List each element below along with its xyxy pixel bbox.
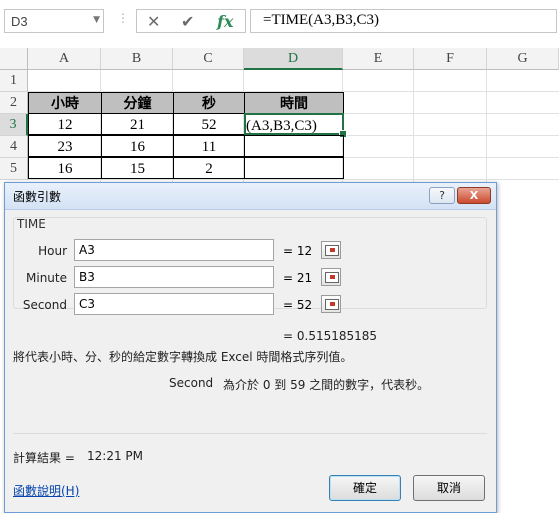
row-header-5[interactable]: 5 bbox=[0, 158, 28, 180]
table-cell[interactable]: 52 bbox=[173, 113, 245, 135]
select-all-corner[interactable] bbox=[0, 48, 28, 70]
row-header-1[interactable]: 1 bbox=[0, 70, 28, 92]
help-link[interactable]: 函數說明(H) bbox=[13, 482, 79, 499]
column-header-a[interactable]: A bbox=[28, 48, 101, 70]
function-description: 將代表小時、分、秒的給定數字轉換成 Excel 時間格式序列值。 bbox=[13, 350, 353, 364]
column-header-e[interactable]: E bbox=[343, 48, 414, 70]
header-cell-hour[interactable]: 小時 bbox=[28, 92, 102, 114]
collapse-dialog-icon[interactable] bbox=[321, 268, 341, 286]
arg-result-hour: = 12 bbox=[283, 244, 313, 258]
formula-result: = 0.515185185 bbox=[283, 329, 378, 343]
row-header-4[interactable]: 4 bbox=[0, 136, 28, 158]
name-box-value: D3 bbox=[11, 14, 28, 29]
column-header-b[interactable]: B bbox=[101, 48, 173, 70]
row-header-2[interactable]: 2 bbox=[0, 92, 28, 114]
name-box[interactable]: D3 ▼ bbox=[4, 9, 104, 33]
arg-help-text: 為介於 0 到 59 之間的數字，代表秒。 bbox=[223, 378, 430, 392]
arg-result-minute: = 21 bbox=[283, 271, 313, 285]
table-cell[interactable]: 2 bbox=[173, 157, 245, 179]
collapse-dialog-icon[interactable] bbox=[321, 295, 341, 313]
column-header-d[interactable]: D bbox=[244, 48, 343, 70]
table-cell[interactable] bbox=[244, 135, 344, 157]
formula-bar: D3 ▼ ⋮ ✕ ✔ fx =TIME(A3,B3,C3) bbox=[0, 0, 559, 48]
insert-function-icon[interactable]: fx bbox=[217, 12, 233, 31]
table-cell[interactable]: 21 bbox=[101, 113, 174, 135]
formula-text: =TIME(A3,B3,C3) bbox=[263, 12, 379, 28]
row-header-3[interactable]: 3 bbox=[0, 114, 28, 136]
column-header-c[interactable]: C bbox=[173, 48, 244, 70]
column-header-f[interactable]: F bbox=[414, 48, 487, 70]
dialog-title: 函數引數 bbox=[13, 190, 62, 204]
arg-help-name: Second bbox=[169, 376, 214, 390]
table-cell[interactable] bbox=[244, 157, 344, 179]
table-cell[interactable]: 11 bbox=[173, 135, 245, 157]
header-cell-time[interactable]: 時間 bbox=[244, 92, 344, 114]
collapse-dialog-icon[interactable] bbox=[321, 241, 341, 259]
arg-value-second: C3 bbox=[79, 297, 96, 311]
arg-input-hour[interactable]: A3 bbox=[74, 239, 341, 261]
help-button[interactable]: ? bbox=[429, 187, 455, 204]
arg-result-second: = 52 bbox=[283, 298, 313, 312]
header-cell-second[interactable]: 秒 bbox=[173, 92, 245, 114]
table-cell[interactable]: 16 bbox=[101, 135, 174, 157]
table-cell[interactable]: 23 bbox=[28, 135, 102, 157]
arg-value-minute: B3 bbox=[79, 270, 95, 284]
cancel-icon[interactable]: ✕ bbox=[147, 12, 160, 31]
active-cell-d3[interactable]: (A3,B3,C3) bbox=[244, 113, 344, 135]
ok-button[interactable]: 確定 bbox=[329, 475, 401, 501]
table-cell[interactable]: 15 bbox=[101, 157, 174, 179]
enter-icon[interactable]: ✔ bbox=[181, 12, 194, 31]
table-cell[interactable]: 12 bbox=[28, 113, 102, 135]
cancel-button[interactable]: 取消 bbox=[413, 475, 485, 501]
calc-result-value: 12:21 PM bbox=[87, 449, 143, 463]
column-header-g[interactable]: G bbox=[487, 48, 559, 70]
arg-label-minute: Minute bbox=[26, 271, 67, 285]
arg-value-hour: A3 bbox=[79, 243, 95, 257]
arg-label-second: Second bbox=[22, 298, 67, 312]
function-arguments-dialog: 函數引數 ? X TIME Hour A3 = 12 Minute B3 = 2… bbox=[4, 182, 497, 513]
more-icon: ⋮ bbox=[117, 11, 129, 25]
arg-label-hour: Hour bbox=[38, 244, 67, 258]
arg-input-minute[interactable]: B3 bbox=[74, 266, 341, 288]
formula-buttons: ✕ ✔ fx bbox=[136, 9, 246, 33]
divider bbox=[13, 433, 487, 434]
table-cell[interactable]: 16 bbox=[28, 157, 102, 179]
chevron-down-icon[interactable]: ▼ bbox=[93, 15, 100, 25]
close-button[interactable]: X bbox=[457, 187, 491, 204]
dialog-titlebar[interactable]: 函數引數 ? X bbox=[5, 183, 496, 210]
function-name: TIME bbox=[17, 217, 46, 231]
header-cell-minute[interactable]: 分鐘 bbox=[101, 92, 174, 114]
arg-input-second[interactable]: C3 bbox=[74, 293, 341, 315]
calc-result-label: 計算結果 = bbox=[13, 451, 75, 465]
formula-input[interactable]: =TIME(A3,B3,C3) bbox=[250, 9, 557, 33]
